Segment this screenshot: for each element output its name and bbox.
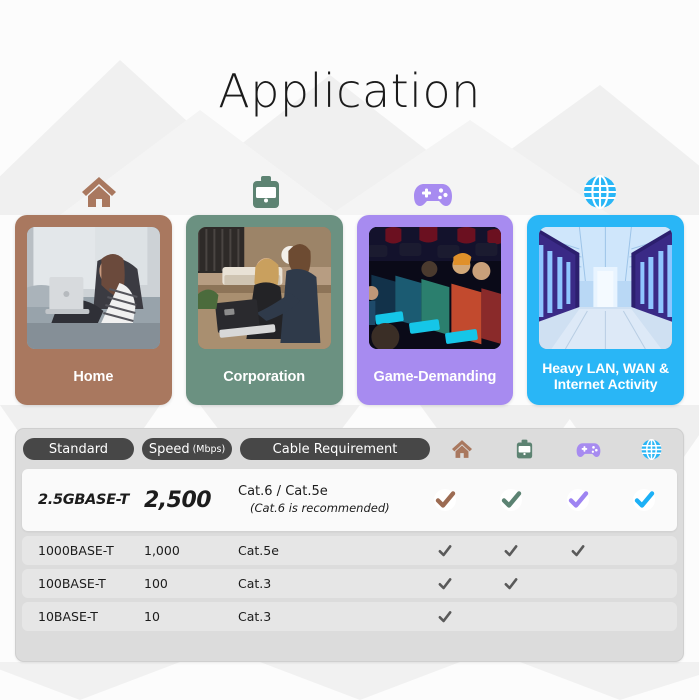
table-header-icons — [430, 429, 683, 469]
check-icon — [438, 610, 452, 622]
globe-icon — [641, 438, 662, 460]
header-pill-cable: Cable Requirement — [240, 438, 430, 460]
check-corporation — [478, 543, 544, 559]
check-home — [412, 576, 478, 592]
check-icon — [632, 489, 655, 511]
check-icon — [504, 577, 518, 589]
photo-corporation-meeting — [197, 227, 331, 349]
application-page: Application Home Corporation Game-Demand… — [0, 0, 699, 700]
briefcase-icon — [252, 176, 279, 208]
table-header-icon-home — [430, 439, 493, 459]
check-gaming — [545, 486, 611, 514]
card-home[interactable]: Home — [15, 215, 172, 405]
card-photo-gaming — [368, 227, 502, 349]
cell-standard: 2.5GBASE-T — [38, 492, 129, 508]
cell-standard: 1000BASE-T — [38, 543, 114, 558]
house-icon — [451, 440, 472, 458]
cell-speed: 1,000 — [144, 543, 180, 558]
table-header-icon-network — [620, 438, 683, 460]
table-row[interactable]: 1000BASE-T 1,000 Cat.5e — [22, 536, 677, 565]
table-row[interactable]: 2.5GBASE-T 2,500 Cat.6 / Cat.5e (Cat.6 i… — [22, 469, 677, 531]
check-home — [412, 543, 478, 559]
photo-home-livingroom — [27, 227, 160, 349]
card-label-corporation: Corporation — [223, 368, 306, 385]
category-icon-gaming — [350, 165, 517, 209]
check-home — [412, 609, 478, 625]
card-label-gaming: Game-Demanding — [373, 368, 497, 385]
category-cards: Home Corporation Game-Demanding Heavy LA… — [15, 215, 684, 405]
category-icon-corporation — [182, 165, 349, 209]
check-icon — [504, 544, 518, 556]
check-home — [412, 486, 478, 514]
check-icon — [566, 489, 589, 511]
cell-cable: Cat.6 / Cat.5e (Cat.6 is recommended) — [230, 483, 412, 516]
category-icon-network — [517, 165, 684, 209]
cell-cable-note: (Cat.6 is recommended) — [250, 501, 390, 516]
page-title: Application — [218, 64, 481, 118]
cell-cable-main: Cat.6 / Cat.5e — [238, 484, 328, 500]
cell-standard: 10BASE-T — [38, 609, 98, 624]
photo-gaming-lan-party — [368, 227, 502, 349]
house-icon — [81, 177, 116, 207]
check-corporation — [478, 576, 544, 592]
check-icon — [438, 577, 452, 589]
card-label-network: Heavy LAN, WAN & Internet Activity — [542, 360, 669, 392]
check-network — [611, 486, 677, 514]
gamepad-icon — [576, 442, 600, 457]
cell-checks — [412, 569, 677, 598]
check-icon — [438, 544, 452, 556]
cell-cable: Cat.5e — [238, 543, 279, 558]
header-speed-unit: (Mbps) — [192, 443, 226, 455]
standards-comparison-table: Standard Speed(Mbps) Cable Requirement — [15, 428, 684, 662]
cell-speed: 100 — [144, 576, 168, 591]
briefcase-icon — [517, 439, 533, 459]
card-network[interactable]: Heavy LAN, WAN & Internet Activity — [527, 215, 684, 405]
table-row[interactable]: 100BASE-T 100 Cat.3 — [22, 569, 677, 598]
photo-datacenter-aisle — [539, 227, 672, 349]
gamepad-icon — [414, 184, 453, 206]
check-corporation — [478, 486, 544, 514]
check-icon — [500, 489, 523, 511]
card-photo-network — [539, 227, 672, 349]
header-speed-label: Speed — [148, 441, 190, 457]
table-header-icon-gaming — [557, 440, 620, 459]
card-corporation[interactable]: Corporation — [185, 215, 343, 405]
check-icon — [434, 489, 457, 511]
cell-checks — [412, 602, 677, 631]
cell-cable: Cat.3 — [238, 576, 272, 591]
cell-speed: 2,500 — [144, 487, 212, 513]
card-gaming[interactable]: Game-Demanding — [356, 215, 514, 405]
card-photo-home — [27, 227, 160, 349]
card-photo-corporation — [197, 227, 331, 349]
cell-standard: 100BASE-T — [38, 576, 106, 591]
check-icon — [571, 544, 585, 556]
header-pill-standard: Standard — [23, 438, 134, 460]
category-icon-row — [15, 165, 684, 209]
category-icon-home — [15, 165, 182, 209]
cell-cable: Cat.3 — [238, 609, 272, 624]
header-pill-speed: Speed (Mbps) — [142, 438, 232, 460]
cell-speed: 10 — [144, 609, 160, 624]
card-label-home: Home — [73, 368, 114, 385]
table-header-icon-corporation — [493, 439, 556, 459]
check-gaming — [545, 543, 611, 559]
globe-icon — [584, 175, 617, 209]
cell-checks — [412, 469, 677, 531]
cell-checks — [412, 536, 677, 565]
table-header-row: Standard Speed (Mbps) Cable Requirement — [16, 429, 683, 469]
table-row[interactable]: 10BASE-T 10 Cat.3 — [22, 602, 677, 631]
